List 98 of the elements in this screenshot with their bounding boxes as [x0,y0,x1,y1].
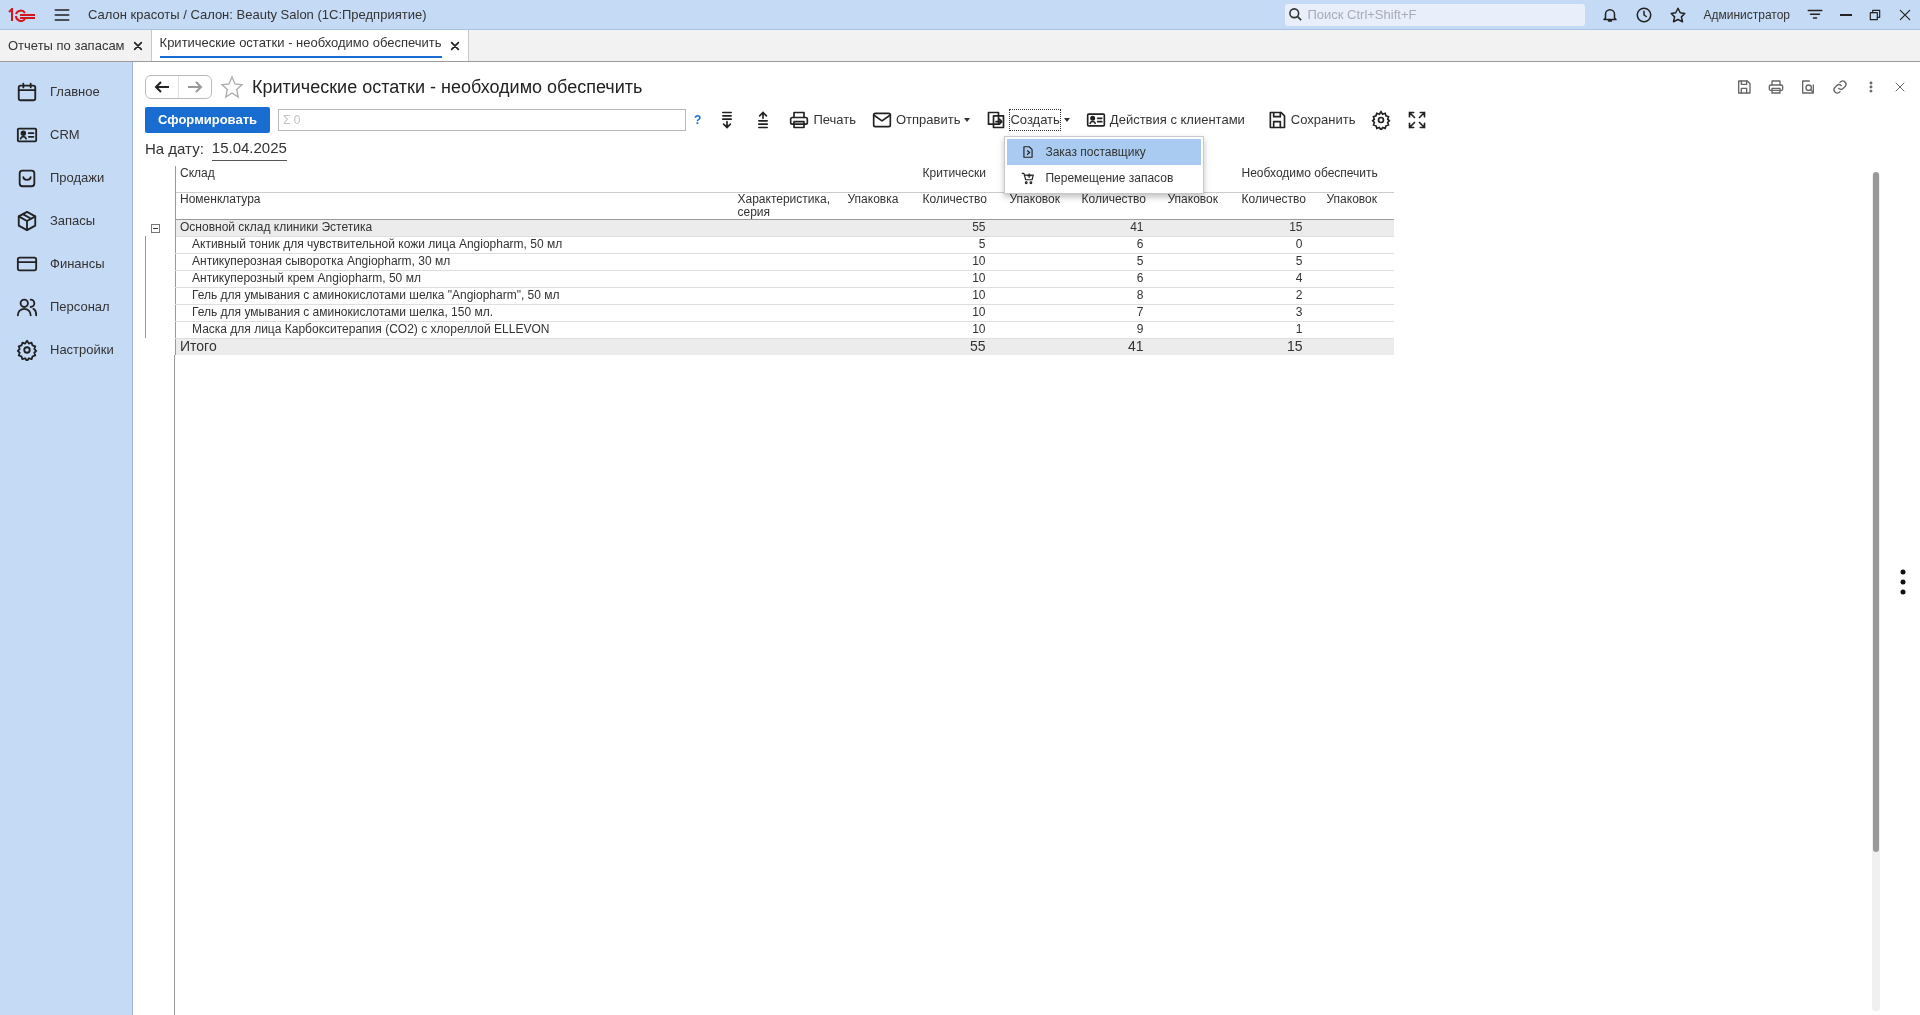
more-icon[interactable] [1900,569,1906,595]
table-cell: Основной склад клиники Эстетика [180,219,373,234]
star-icon [1669,5,1688,24]
sidebar-item[interactable]: Главное [0,70,132,113]
menu-item[interactable]: Перемещение запасов [1007,165,1202,191]
sidebar-item[interactable]: Настройки [0,328,132,371]
print-icon [1768,79,1784,95]
column-header: Упаковок [1167,191,1218,206]
table-cell: 8 [1136,287,1144,302]
table-cell: 10 [972,287,986,302]
sidebar-item[interactable]: Продажи [0,156,132,199]
sidebar-item[interactable]: Персонал [0,285,132,328]
user-name[interactable]: Администратор [1703,5,1790,24]
window-title: Салон красоты / Салон: Beauty Salon (1С:Предприятие) [88,5,427,24]
arrow-left-icon [154,80,170,94]
print-icon [789,110,810,130]
menu-item[interactable]: Заказ поставщику [1007,139,1202,165]
logo-icon [8,7,36,22]
table-cell: Гель для умывания с аминокислотами шелка, 150 мл. [192,304,493,319]
column-header: Склад [180,166,215,180]
sidebar-item[interactable]: CRM [0,113,132,156]
toolbar-button[interactable]: Действия с клиентами [1081,108,1249,132]
star-icon[interactable] [220,75,244,99]
table-cell: 6 [1136,270,1144,285]
table-cell: Антикуперозная сыворотка Angiopharm, 30 мл [192,253,451,268]
history-icon [1635,5,1654,24]
date-label: На дату: [145,138,204,159]
column-header: Количество [922,191,987,206]
gear-icon [16,338,38,361]
sidebar-item[interactable]: Финансы [0,242,132,285]
table-cell: 41 [1130,219,1144,234]
column-header: Критически [922,166,986,180]
box-icon [16,209,38,232]
minimize-icon[interactable] [1840,13,1852,16]
preview-icon [1800,79,1816,95]
help-link[interactable]: ? [694,111,702,129]
column-header: Упаковка [847,191,899,206]
table-cell: 55 [969,337,986,354]
table-cell: 5 [1295,253,1303,268]
search-field[interactable]: Поиск Ctrl+Shift+F [1285,3,1586,26]
table-cell: Активный тоник для чувствительной кожи лица Angiopharm, 50 мл [192,236,563,251]
restore-icon [1868,7,1882,22]
table-cell: 5 [1136,253,1144,268]
copy-document-icon [986,110,1007,130]
table-cell: 5 [978,236,986,251]
scrollbar[interactable] [1872,172,1880,1011]
table-cell: 4 [1295,270,1303,285]
calendar-icon [16,80,38,103]
column-header: Номенклатура [180,191,261,206]
link-icon [1832,79,1848,95]
sidebar-item[interactable]: Запасы [0,199,132,242]
table-cell: 3 [1295,304,1303,319]
table-cell: Итого [180,337,217,354]
table-cell: 10 [972,304,986,319]
close-icon [449,40,460,51]
toolbar-button[interactable]: Сохранить [1262,108,1360,132]
table-cell: 10 [972,253,986,268]
table-cell: 7 [1136,304,1144,319]
toolbar-button[interactable]: Отправить [867,108,975,132]
column-header: Упаковок [1009,191,1060,206]
close-icon [1894,81,1906,93]
caret-icon [964,118,971,122]
column-header: Упаковок [1326,191,1377,206]
close-icon [1898,7,1912,22]
table-cell: 41 [1127,337,1144,354]
contact-card-icon [1085,110,1106,130]
table-cell: Гель для умывания с аминокислотами шелка "Angiopharm", 50 мл [192,287,560,302]
table-cell: 1 [1295,321,1303,336]
table-cell: 0 [1295,236,1303,251]
table-cell: 10 [972,321,986,336]
date-link[interactable]: 15.04.2025 [211,137,287,161]
tab[interactable]: Отчеты по запасам [0,30,152,61]
column-header: Количество [1241,191,1306,206]
table-cell: 2 [1295,287,1303,302]
table-cell: Маска для лица Карбокситерапия (CO2) с хлореллой ELLEVON [192,321,550,336]
tab[interactable]: Критические остатки - необходимо обеспечить [151,30,469,61]
arrow-right-icon [187,80,203,94]
report-title: Критические остатки - необходимо обеспечить [252,75,643,99]
table-cell: 10 [972,270,986,285]
toolbar-button[interactable]: Создать [982,108,1074,132]
table-cell: Антикуперозный крем Angiopharm, 50 мл [192,270,421,285]
toolbar-button[interactable]: Печать [785,108,860,132]
column-header: Характеристика, серия [737,191,831,219]
document-icon [1021,145,1036,159]
table-cell: 55 [972,219,986,234]
column-header: Необходимо обеспечить [1241,166,1378,180]
column-header: Количество [1081,191,1146,206]
table-cell: 6 [1136,236,1144,251]
close-icon [132,40,143,51]
collapse-toggle[interactable] [150,223,160,233]
sum-field[interactable]: Σ 0 [278,109,687,131]
generate-button[interactable]: Сформировать [145,107,271,133]
table-cell: 15 [1286,337,1303,354]
table-cell: 9 [1136,321,1144,336]
table-cell: 15 [1289,219,1303,234]
caret-icon [1063,118,1070,122]
cart-icon [1021,171,1036,185]
envelope-icon [871,110,892,130]
